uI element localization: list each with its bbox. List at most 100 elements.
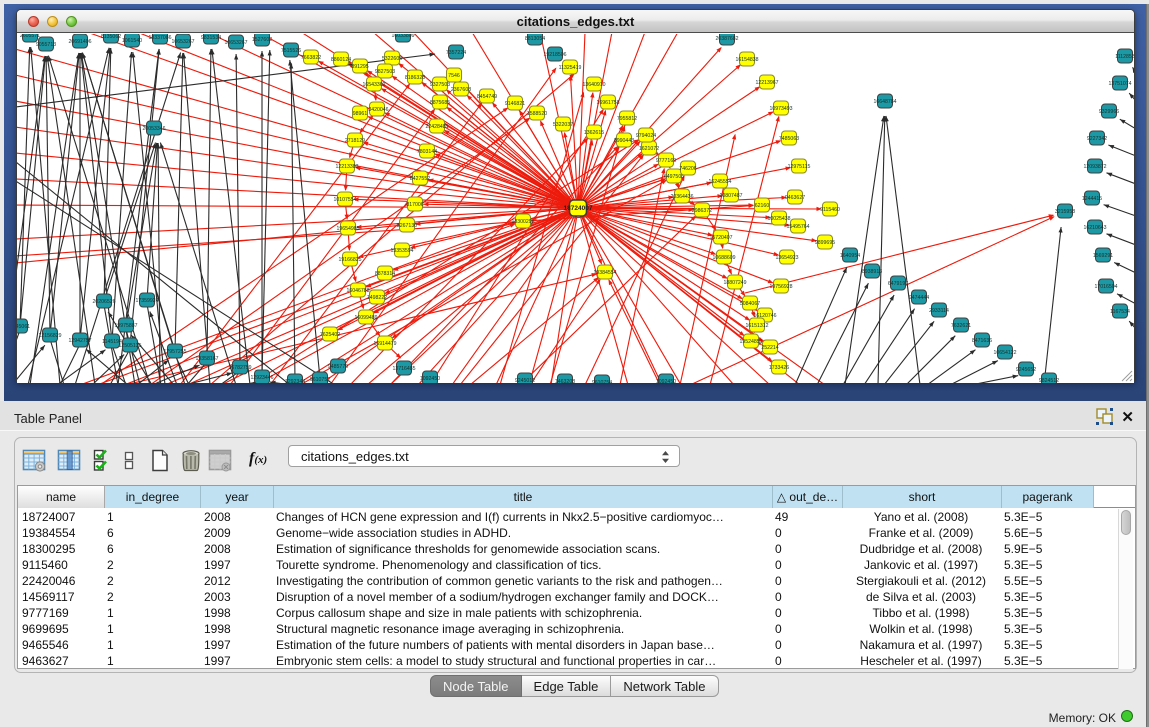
svg-text:7485063: 7485063 (779, 136, 799, 142)
svg-text:10653267: 10653267 (224, 40, 247, 46)
svg-text:7625402: 7625402 (320, 332, 340, 338)
svg-text:1527602: 1527602 (252, 37, 272, 43)
svg-text:16210643: 16210643 (1083, 225, 1106, 231)
svg-text:10025438: 10025438 (767, 216, 790, 222)
svg-text:16154838: 16154838 (735, 57, 758, 63)
svg-text:9463627: 9463627 (785, 195, 805, 201)
svg-text:10107554: 10107554 (333, 197, 356, 203)
svg-text:7357224: 7357224 (446, 50, 466, 56)
svg-text:1292344: 1292344 (285, 379, 305, 383)
svg-text:2986372: 2986372 (692, 208, 712, 214)
svg-text:10654122: 10654122 (993, 350, 1016, 356)
svg-text:9329966: 9329966 (1099, 109, 1119, 115)
svg-text:1167534: 1167534 (1110, 309, 1130, 315)
svg-text:10653267: 10653267 (171, 39, 194, 45)
svg-text:19166825: 19166825 (338, 257, 361, 263)
svg-text:12942757: 12942757 (68, 338, 91, 344)
svg-text:15720407: 15720407 (709, 235, 732, 241)
svg-text:9485779: 9485779 (328, 364, 348, 370)
svg-text:8878314: 8878314 (375, 271, 395, 277)
svg-text:817006: 817006 (406, 202, 423, 208)
svg-text:12923446: 12923446 (250, 375, 273, 381)
svg-text:2605571: 2605571 (20, 34, 40, 39)
svg-text:19654985: 19654985 (336, 226, 359, 232)
svg-text:746206: 746206 (679, 166, 696, 172)
svg-text:1845061: 1845061 (17, 324, 30, 330)
svg-text:9115460: 9115460 (820, 207, 840, 213)
svg-text:20364436: 20364436 (670, 194, 693, 200)
svg-text:16648784: 16648784 (873, 99, 896, 105)
svg-text:20691406: 20691406 (68, 39, 91, 45)
svg-text:252214: 252214 (761, 345, 778, 351)
svg-text:8860124: 8860124 (331, 57, 351, 63)
svg-text:19218506: 19218506 (543, 52, 566, 58)
svg-text:8427552: 8427552 (410, 176, 430, 182)
svg-text:20387682: 20387682 (715, 36, 738, 42)
svg-text:✕: ✕ (223, 465, 229, 472)
svg-text:12505135: 12505135 (118, 343, 141, 349)
svg-text:9610754: 9610754 (592, 380, 612, 383)
svg-text:9824512: 9824512 (1039, 378, 1059, 383)
svg-text:9055713: 9055713 (36, 42, 56, 48)
svg-text:9827503: 9827503 (375, 69, 395, 75)
svg-text:12093872: 12093872 (1083, 164, 1106, 170)
svg-text:13640910: 13640910 (582, 82, 605, 88)
svg-text:13716485: 13716485 (392, 366, 415, 372)
svg-text:8990443: 8990443 (614, 138, 634, 144)
svg-text:9794024: 9794024 (636, 133, 656, 139)
svg-text:1498222: 1498222 (367, 295, 387, 301)
svg-text:10807487: 10807487 (719, 193, 742, 199)
svg-text:7546: 7546 (448, 73, 460, 79)
svg-text:16245554: 16245554 (708, 179, 731, 185)
svg-text:62160: 62160 (755, 203, 770, 209)
svg-text:16782759: 16782759 (228, 365, 251, 371)
svg-text:17016504: 17016504 (1094, 284, 1117, 290)
svg-text:18337086: 18337086 (148, 35, 171, 41)
svg-text:891295: 891295 (351, 64, 368, 70)
svg-text:8875685: 8875685 (430, 100, 450, 106)
svg-text:2718129: 2718129 (345, 138, 365, 144)
svg-text:9899695: 9899695 (815, 240, 835, 246)
svg-text:8813054: 8813054 (525, 36, 545, 42)
svg-text:15495764: 15495764 (786, 224, 809, 230)
svg-text:20053346: 20053346 (142, 126, 165, 132)
svg-text:17359924: 17359924 (135, 298, 158, 304)
svg-text:23420046: 23420046 (365, 107, 388, 113)
svg-text:16151312: 16151312 (745, 323, 768, 329)
svg-text:19756928: 19756928 (769, 284, 792, 290)
svg-text:3215958: 3215958 (1055, 209, 1075, 215)
svg-text:19975887: 19975887 (114, 323, 137, 329)
svg-text:1112853: 1112853 (1115, 54, 1134, 60)
svg-text:7955812: 7955812 (617, 116, 637, 122)
svg-text:6497503: 6497503 (664, 174, 684, 180)
svg-text:16046788: 16046788 (346, 288, 369, 294)
svg-text:18300295: 18300295 (511, 219, 534, 225)
svg-text:9227342: 9227342 (1087, 136, 1107, 142)
svg-text:18807249: 18807249 (723, 280, 746, 286)
svg-text:12213383: 12213383 (335, 164, 358, 170)
svg-text:7803144: 7803144 (417, 149, 437, 155)
svg-text:9610752: 9610752 (310, 377, 330, 383)
svg-text:7515526: 7515526 (281, 48, 301, 54)
svg-text:2367608: 2367608 (451, 87, 471, 93)
svg-text:3267130: 3267130 (397, 223, 417, 229)
svg-text:6479197: 6479197 (888, 281, 908, 287)
svg-text:1061540: 1061540 (122, 38, 142, 44)
svg-text:1588520: 1588520 (527, 111, 547, 117)
svg-text:9777169: 9777169 (656, 158, 676, 164)
svg-text:9831534: 9831534 (201, 35, 221, 41)
svg-text:20206526: 20206526 (92, 299, 115, 305)
svg-text:19358167: 19358167 (195, 356, 218, 362)
svg-text:1569291: 1569291 (1093, 253, 1113, 259)
svg-text:17957255: 17957255 (163, 349, 186, 355)
svg-text:9474444: 9474444 (909, 295, 929, 301)
svg-text:1092450: 1092450 (420, 376, 440, 382)
svg-text:11325419: 11325419 (559, 65, 582, 71)
svg-text:16961758: 16961758 (596, 100, 619, 106)
svg-text:18724007: 18724007 (564, 205, 593, 212)
svg-text:1463208: 1463208 (555, 379, 575, 383)
svg-text:1640954: 1640954 (840, 253, 860, 259)
svg-text:2933114: 2933114 (929, 308, 949, 314)
svg-text:1362615: 1362615 (584, 130, 604, 136)
svg-text:13654923: 13654923 (775, 255, 798, 261)
